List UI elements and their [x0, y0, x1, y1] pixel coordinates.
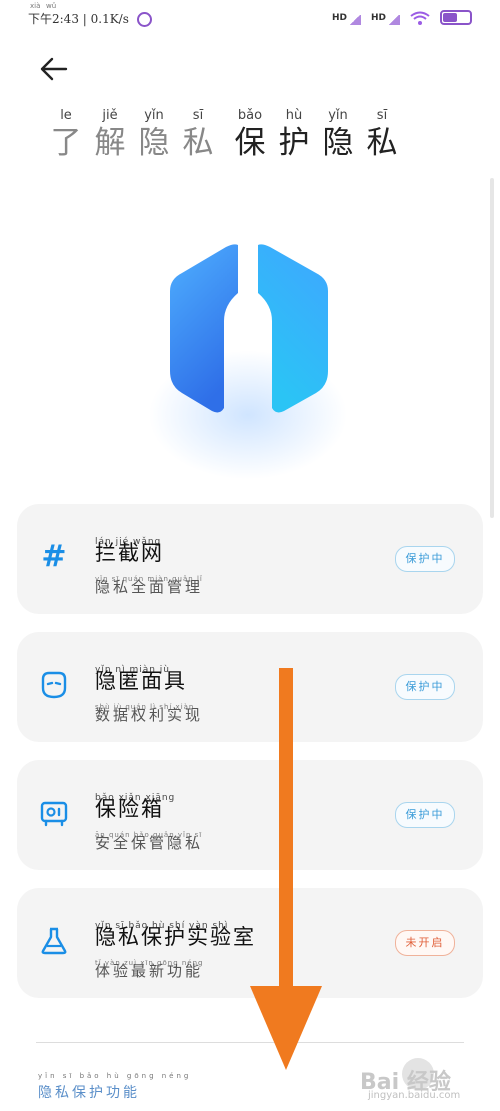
scroll-down-arrow-annotation [250, 668, 322, 1070]
title-char: le 了 [50, 108, 82, 161]
status-badge: 保护中 [395, 546, 455, 572]
signal-hd-1-icon: HD [332, 13, 361, 25]
section-label-privacy-functions: yǐn sī bǎo hù gōng néng 隐私保护功能 [38, 1072, 192, 1101]
card-subtitle: yǐn sī quán miàn guǎn lǐ 隐私全面管理 [95, 575, 204, 596]
card-subtitle: shù jù quán lì shí xiàn 数据权利实现 [95, 703, 204, 724]
mask-face-icon [39, 668, 69, 702]
hash-icon: # [41, 539, 67, 574]
title-char: yǐn 隐 [138, 108, 170, 161]
privacy-shield-icon [170, 244, 328, 413]
card-interception-net[interactable]: # lán jié wǎng 拦截网 yǐn sī quán miàn guǎn… [17, 504, 483, 614]
card-subtitle: tǐ yàn zuì xīn gōng néng 体验最新功能 [95, 959, 204, 980]
title-char: sī 私 [182, 108, 214, 161]
title-char: sī 私 [366, 108, 398, 161]
status-time-text: 下午2:43 | 0.1K/s [28, 12, 129, 26]
status-indicators: HD HD [332, 10, 472, 25]
status-bar: xià wǔ 下午2:43 | 0.1K/s HD HD [0, 0, 500, 40]
status-badge: 未开启 [395, 930, 455, 956]
page-title: le 了 jiě 解 yǐn 隐 sī 私 bǎo 保 hù 护 yǐn 隐 sī 私 [44, 108, 404, 162]
title-char: hù 护 [278, 108, 310, 161]
wifi-icon [410, 11, 430, 25]
status-pinyin-xia: xià [30, 2, 41, 10]
status-time: xià wǔ 下午2:43 | 0.1K/s [28, 2, 152, 27]
card-title: bǎo xiǎn xiāng 保险箱 [95, 793, 176, 821]
status-badge: 保护中 [395, 802, 455, 828]
card-title: yǐn nì miàn jù 隐匿面具 [95, 665, 187, 693]
signal-hd-2-icon: HD [371, 13, 400, 25]
safe-box-icon [39, 796, 69, 830]
title-char: jiě 解 [94, 108, 126, 161]
card-subtitle: ān quán bǎo guǎn yǐn sī 安全保管隐私 [95, 831, 204, 852]
watermark-url: jingyan.baidu.com [368, 1090, 461, 1101]
baidu-jingyan-watermark: Bai 经验 jingyan.baidu.com [360, 1058, 482, 1104]
card-text: bǎo xiǎn xiāng 保险箱 ān quán bǎo guǎn yǐn … [95, 785, 203, 852]
back-arrow-icon[interactable] [38, 54, 70, 84]
card-text: yǐn nì miàn jù 隐匿面具 shù jù quán lì shí x… [95, 657, 203, 724]
card-text: yǐn sī bǎo hù shí yàn shì 隐私保护实验室 tǐ yàn… [95, 913, 256, 980]
card-text: lán jié wǎng 拦截网 yǐn sī quán miàn guǎn l… [95, 529, 203, 596]
title-char: bǎo 保 [234, 108, 266, 161]
flask-icon [39, 924, 69, 958]
card-title: yǐn sī bǎo hù shí yàn shì 隐私保护实验室 [95, 921, 256, 949]
tab-protect-privacy[interactable]: bǎo 保 hù 护 yǐn 隐 sī 私 [228, 108, 404, 162]
tab-understand-privacy[interactable]: le 了 jiě 解 yǐn 隐 sī 私 [44, 108, 220, 162]
scrollbar[interactable] [490, 178, 494, 518]
battery-icon [440, 10, 472, 25]
title-char: yǐn 隐 [322, 108, 354, 161]
card-title: lán jié wǎng 拦截网 [95, 537, 164, 565]
status-badge: 保护中 [395, 674, 455, 700]
alarm-clock-icon [136, 12, 152, 27]
status-pinyin-wu: wǔ [46, 2, 57, 10]
